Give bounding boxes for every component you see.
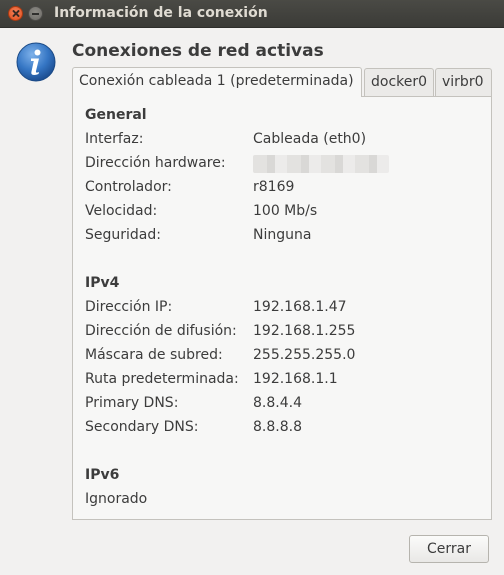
label-default-route: Ruta predeterminada: [85, 371, 239, 387]
connection-details-panel: General Interfaz: Cableada (eth0) Direcc… [72, 96, 492, 520]
label-secondary-dns: Secondary DNS: [85, 419, 199, 435]
label-speed: Velocidad: [85, 203, 158, 219]
label-interface: Interfaz: [85, 131, 144, 147]
window-title: Información de la conexión [54, 5, 268, 21]
page-title: Conexiones de red activas [72, 41, 324, 61]
label-security: Seguridad: [85, 227, 161, 243]
section-title-ipv4: IPv4 [85, 275, 120, 291]
section-title-ipv6: IPv6 [85, 467, 120, 483]
value-interface: Cableada (eth0) [253, 131, 367, 147]
section-title-general: General [85, 107, 147, 123]
tab-wired-connection-1[interactable]: Conexión cableada 1 (predeterminada) [72, 67, 362, 97]
value-broadcast-address: 192.168.1.255 [253, 323, 356, 339]
value-secondary-dns: 8.8.8.8 [253, 419, 302, 435]
label-hardware-address: Dirección hardware: [85, 155, 226, 171]
value-default-route: 192.168.1.1 [253, 371, 338, 387]
value-driver: r8169 [253, 179, 295, 195]
label-broadcast-address: Dirección de difusión: [85, 323, 237, 339]
tab-label: Conexión cableada 1 (predeterminada) [79, 73, 354, 89]
label-ip-address: Dirección IP: [85, 299, 173, 315]
tab-label: docker0 [371, 74, 428, 90]
value-security: Ninguna [253, 227, 312, 243]
value-ip-address: 192.168.1.47 [253, 299, 347, 315]
label-driver: Controlador: [85, 179, 172, 195]
value-primary-dns: 8.8.4.4 [253, 395, 302, 411]
ipv6-status: Ignorado [85, 491, 148, 507]
tab-label: virbr0 [442, 74, 484, 90]
close-button[interactable]: Cerrar [409, 535, 489, 563]
hardware-address-redacted [253, 155, 389, 173]
value-subnet-mask: 255.255.255.0 [253, 347, 356, 363]
tab-virbr0[interactable]: virbr0 [435, 68, 492, 96]
title-bar: Información de la conexión [0, 0, 504, 28]
window-close-icon[interactable] [8, 6, 23, 21]
label-primary-dns: Primary DNS: [85, 395, 179, 411]
value-speed: 100 Mb/s [253, 203, 318, 219]
tab-docker0[interactable]: docker0 [364, 68, 434, 96]
label-subnet-mask: Máscara de subred: [85, 347, 223, 363]
window-minimize-icon[interactable] [28, 6, 43, 21]
info-icon [16, 42, 56, 82]
